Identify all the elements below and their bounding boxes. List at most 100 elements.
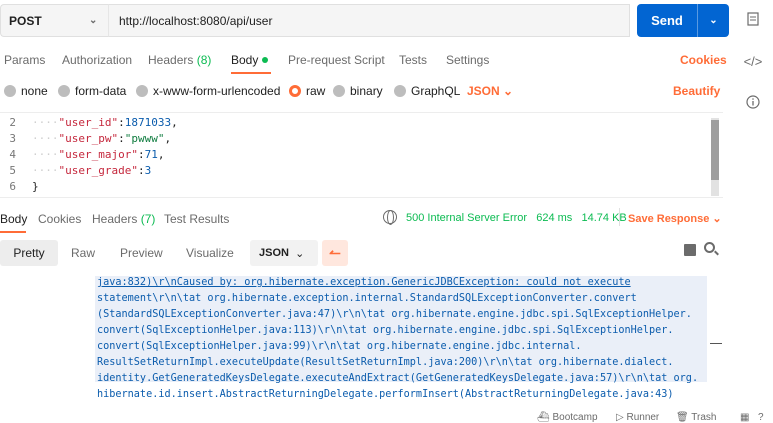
response-active-tab-underline — [0, 231, 26, 233]
headers-count: (8) — [196, 53, 212, 67]
response-line[interactable]: identity.GetGeneratedKeysDelegate.execut… — [97, 372, 698, 386]
tab-label: Pre-request Script — [288, 53, 385, 67]
view-raw-button[interactable]: Raw — [71, 246, 95, 260]
editor-line: 2 ····"user_id":1871033, — [0, 116, 177, 130]
line-number: 6 — [9, 180, 16, 193]
tab-label: Params — [4, 53, 46, 67]
response-line[interactable]: convert(SqlExceptionHelper.java:99)\r\n\… — [97, 340, 582, 354]
response-line[interactable]: hibernate.id.insert.AbstractReturningDel… — [97, 388, 674, 402]
body-format-label: JSON — [467, 84, 500, 98]
response-tab-body[interactable]: Body — [0, 212, 27, 226]
bootcamp-label: Bootcamp — [552, 412, 598, 423]
runner-label: Runner — [626, 412, 660, 423]
documentation-icon[interactable] — [741, 8, 765, 30]
json-key: "user_major" — [58, 148, 138, 161]
globe-icon[interactable] — [383, 210, 397, 225]
radio-form-data[interactable]: form-data — [58, 84, 126, 98]
tab-label: Tests — [399, 53, 428, 67]
bootcamp-button[interactable]: ⛴ Bootcamp — [537, 412, 598, 423]
tab-settings[interactable]: Settings — [446, 53, 489, 67]
save-response-button[interactable]: Save Response ⌄ — [628, 212, 722, 225]
response-line[interactable]: (StandardSQLExceptionConverter.java:47)\… — [97, 308, 692, 322]
pane-resize-handle[interactable] — [710, 343, 722, 344]
chevron-down-icon: ⌄ — [503, 84, 514, 98]
response-line[interactable]: statement\r\n\tat org.hibernate.exceptio… — [97, 292, 637, 306]
radio-label: x-www-form-urlencoded — [153, 84, 281, 98]
body-modified-dot — [262, 57, 269, 63]
info-icon[interactable] — [741, 91, 765, 113]
copy-icon[interactable] — [684, 244, 696, 256]
headers-count: (7) — [140, 212, 156, 226]
request-body-editor[interactable]: 2 ····"user_id":1871033, 3 ····"user_pw":"… — [0, 112, 723, 198]
response-format-select[interactable]: JSON ⌄ — [250, 240, 318, 266]
body-format-select[interactable]: JSON ⌄ — [467, 84, 513, 98]
response-tab-cookies[interactable]: Cookies — [38, 212, 81, 226]
radio-label: form-data — [75, 84, 127, 98]
tab-authorization[interactable]: Authorization — [62, 53, 132, 67]
tab-pre-request-script[interactable]: Pre-request Script — [288, 53, 385, 67]
radio-button[interactable] — [4, 85, 16, 97]
trash-button[interactable]: 🗑 Trash — [676, 412, 717, 423]
chevron-down-icon: ⌄ — [89, 15, 98, 26]
line-number: 5 — [9, 164, 16, 177]
response-line[interactable]: java:832)\r\nCaused by: org.hibernate.ex… — [97, 276, 631, 290]
radio-button[interactable] — [333, 85, 345, 97]
send-button[interactable]: Send ⌄ — [637, 4, 729, 37]
tab-label: Cookies — [38, 212, 82, 226]
help-icon[interactable]: ? — [758, 412, 764, 423]
status-bar: ⛴ Bootcamp ▷ Runner 🗑 Trash ▦ ? — [0, 411, 773, 423]
tab-headers[interactable]: Headers (8) — [148, 53, 211, 67]
view-visualize-button[interactable]: Visualize — [186, 246, 234, 260]
editor-scrollbar[interactable] — [711, 118, 719, 196]
response-format-label: JSON — [259, 247, 289, 259]
runner-button[interactable]: ▷ Runner — [616, 412, 659, 423]
method-label: POST — [9, 13, 42, 28]
radio-button[interactable] — [394, 85, 406, 97]
json-key: "user_pw" — [58, 132, 119, 145]
view-pretty-button[interactable]: Pretty — [0, 240, 58, 266]
code-snippet-icon[interactable]: </> — [741, 50, 765, 72]
wrap-lines-icon[interactable]: ↼ — [322, 240, 348, 266]
response-status-line: 500 Internal Server Error 624 ms 14.74 K… — [406, 212, 627, 224]
radio-x-www-form-urlencoded[interactable]: x-www-form-urlencoded — [136, 84, 280, 98]
line-number: 3 — [9, 132, 16, 145]
radio-none[interactable]: none — [4, 84, 48, 98]
radio-button[interactable] — [58, 85, 70, 97]
radio-label: none — [21, 84, 48, 98]
url-input[interactable]: http://localhost:8080/api/user — [108, 4, 630, 37]
radio-raw[interactable]: raw — [289, 84, 325, 98]
editor-line: 3 ····"user_pw":"pwww", — [0, 132, 171, 146]
radio-graphql[interactable]: GraphQL — [394, 84, 460, 98]
response-tab-test-results[interactable]: Test Results — [164, 212, 229, 226]
response-line[interactable]: ResultSetReturnImpl.executeUpdate(Result… — [97, 356, 674, 370]
tab-label: Settings — [446, 53, 490, 67]
radio-label: raw — [306, 84, 326, 98]
json-brace: } — [32, 180, 39, 193]
response-time[interactable]: 624 ms — [536, 212, 572, 224]
editor-line: 5 ····"user_grade":3 — [0, 164, 151, 178]
radio-button[interactable] — [136, 85, 148, 97]
tab-body[interactable]: Body — [231, 53, 269, 67]
method-select[interactable]: POST ⌄ — [0, 4, 108, 37]
editor-line: 4 ····"user_major":71, — [0, 148, 164, 162]
tab-tests[interactable]: Tests — [399, 53, 427, 67]
save-response-label: Save Response — [628, 213, 710, 225]
status-code[interactable]: 500 Internal Server Error — [406, 212, 527, 224]
radio-label: GraphQL — [411, 84, 461, 98]
tab-label: Body — [0, 212, 28, 226]
tab-label: Test Results — [164, 212, 230, 226]
send-label: Send — [651, 13, 683, 28]
radio-button-selected[interactable] — [289, 85, 301, 97]
response-tab-headers[interactable]: Headers (7) — [92, 212, 155, 226]
editor-scrollbar-thumb[interactable] — [711, 120, 719, 180]
radio-binary[interactable]: binary — [333, 84, 383, 98]
view-preview-button[interactable]: Preview — [120, 246, 163, 260]
layout-icon[interactable]: ▦ — [740, 412, 749, 423]
response-line[interactable]: convert(SqlExceptionHelper.java:113)\r\n… — [97, 324, 674, 338]
url-text: http://localhost:8080/api/user — [119, 13, 273, 28]
cookies-link[interactable]: Cookies — [680, 53, 727, 67]
search-icon[interactable] — [704, 242, 715, 253]
tab-params[interactable]: Params — [4, 53, 45, 67]
beautify-button[interactable]: Beautify — [673, 84, 720, 98]
send-options-chevron-icon[interactable]: ⌄ — [698, 15, 729, 26]
